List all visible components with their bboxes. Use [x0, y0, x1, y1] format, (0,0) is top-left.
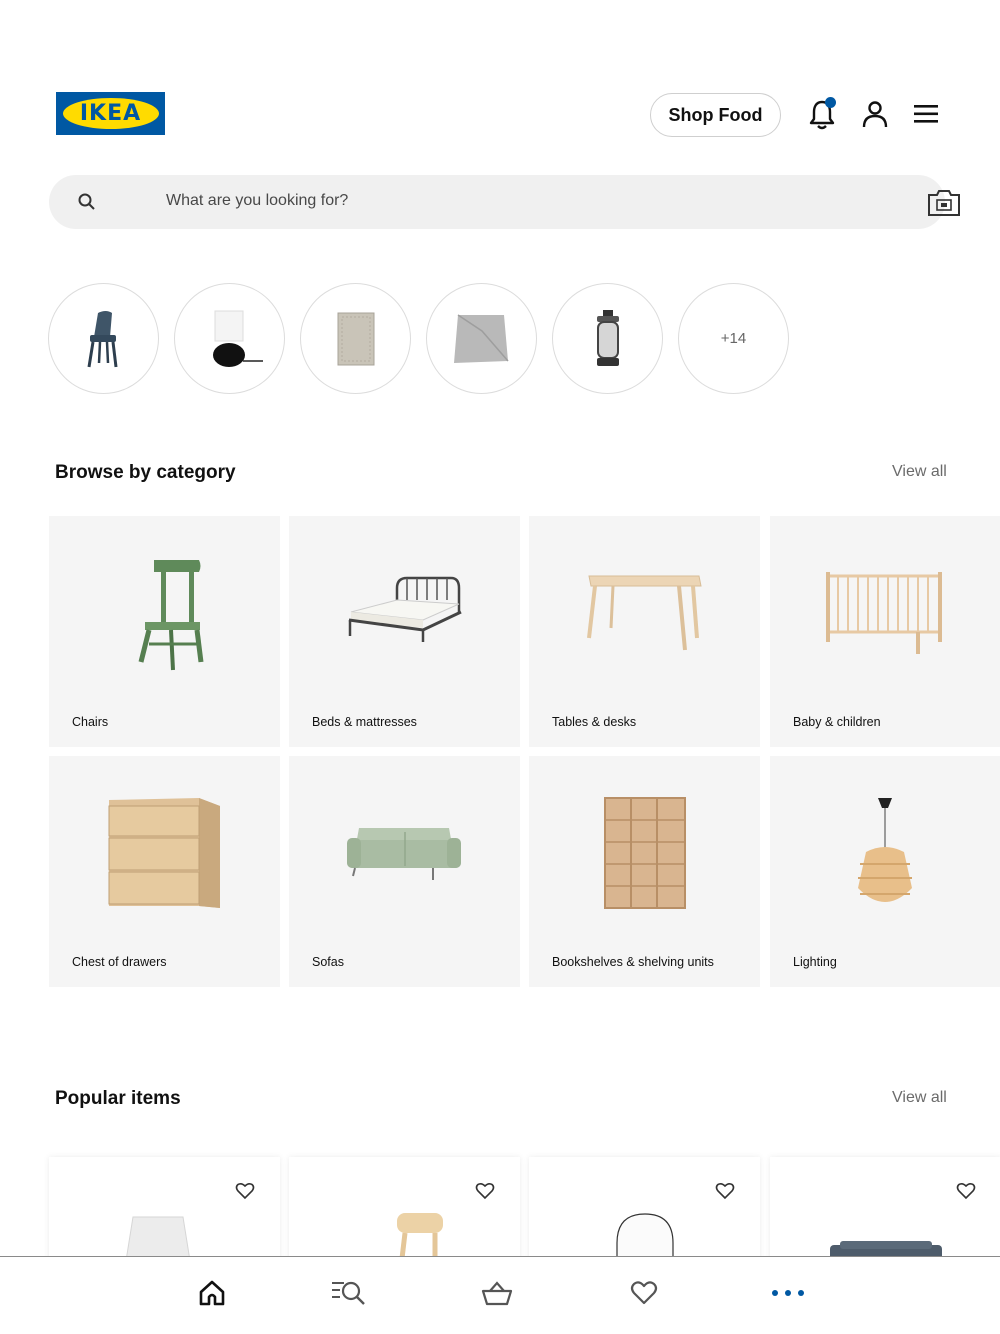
- chest-of-drawers-image: [108, 798, 220, 908]
- favorite-heart-icon[interactable]: [956, 1181, 976, 1201]
- quick-category-throw[interactable]: [426, 283, 537, 394]
- category-tile-lighting[interactable]: Lighting: [770, 756, 1000, 987]
- logo-oval: IKEA: [62, 98, 159, 129]
- nav-search[interactable]: [329, 1275, 369, 1311]
- quick-category-lantern[interactable]: [552, 283, 663, 394]
- lamp-thumbnail-icon: [212, 310, 263, 367]
- chair-thumbnail-icon: [87, 310, 117, 367]
- category-label: Beds & mattresses: [312, 715, 417, 729]
- category-label: Baby & children: [793, 715, 881, 729]
- bookshelf-image: [604, 797, 686, 909]
- basket-icon: [481, 1281, 513, 1306]
- favorite-heart-icon[interactable]: [715, 1181, 735, 1201]
- ikea-logo[interactable]: IKEA: [56, 92, 165, 135]
- sofa-image: [347, 828, 461, 880]
- table-image: [587, 575, 702, 651]
- heart-icon: [630, 1281, 658, 1305]
- category-tile-tables[interactable]: Tables & desks: [529, 516, 760, 747]
- browse-section-title: Browse by category: [55, 462, 236, 483]
- account-button[interactable]: [857, 96, 893, 132]
- quick-category-chair[interactable]: [48, 283, 159, 394]
- category-label: Lighting: [793, 955, 837, 969]
- bottom-navigation: [0, 1256, 1000, 1334]
- bed-image: [348, 576, 462, 642]
- category-tile-sofas[interactable]: Sofas: [289, 756, 520, 987]
- menu-button[interactable]: [908, 96, 944, 132]
- popular-section-title: Popular items: [55, 1088, 181, 1109]
- crib-image: [826, 572, 942, 654]
- category-label: Chairs: [72, 715, 109, 729]
- popular-item-card[interactable]: [770, 1157, 1000, 1267]
- category-label: Tables & desks: [552, 715, 637, 729]
- nav-home[interactable]: [192, 1275, 232, 1311]
- browse-view-all-link[interactable]: View all: [892, 463, 947, 481]
- logo-text: IKEA: [79, 101, 142, 126]
- search-bar[interactable]: What are you looking for?: [49, 175, 960, 229]
- mirror-product-image: [616, 1213, 674, 1267]
- visual-search-camera-icon[interactable]: [926, 188, 962, 218]
- quick-category-rug[interactable]: [300, 283, 411, 394]
- category-label: Bookshelves & shelving units: [552, 955, 714, 969]
- lantern-thumbnail-icon: [596, 309, 619, 366]
- shop-food-button[interactable]: Shop Food: [650, 93, 781, 137]
- quick-category-more[interactable]: +14: [678, 283, 789, 394]
- hamburger-icon: [914, 105, 938, 123]
- more-icon: [772, 1290, 804, 1296]
- pendant-lamp-image: [858, 798, 912, 902]
- category-label: Chest of drawers: [72, 955, 167, 969]
- category-tile-drawers[interactable]: Chest of drawers: [49, 756, 280, 987]
- category-tile-chairs[interactable]: Chairs: [49, 516, 280, 747]
- home-icon: [199, 1280, 225, 1306]
- search-placeholder[interactable]: What are you looking for?: [166, 192, 348, 210]
- quick-category-lamp[interactable]: [174, 283, 285, 394]
- category-tile-baby[interactable]: Baby & children: [770, 516, 1000, 747]
- category-tile-bookshelves[interactable]: Bookshelves & shelving units: [529, 756, 760, 987]
- rug-thumbnail-icon: [337, 312, 374, 365]
- sofa-product-image: [830, 1241, 942, 1267]
- search-icon: [78, 193, 95, 210]
- favorite-heart-icon[interactable]: [235, 1181, 255, 1201]
- popular-item-card[interactable]: [289, 1157, 520, 1267]
- notification-dot: [825, 97, 836, 108]
- nav-favourites[interactable]: [624, 1275, 664, 1311]
- popular-view-all-link[interactable]: View all: [892, 1089, 947, 1107]
- notifications-button[interactable]: [804, 96, 840, 132]
- search-list-icon: [332, 1281, 365, 1305]
- chair-image: [138, 560, 204, 671]
- favorite-heart-icon[interactable]: [475, 1181, 495, 1201]
- category-tile-beds[interactable]: Beds & mattresses: [289, 516, 520, 747]
- nav-more[interactable]: [768, 1275, 808, 1311]
- nav-basket[interactable]: [477, 1275, 517, 1311]
- wooden-chair-product-image: [397, 1213, 443, 1267]
- throw-thumbnail-icon: [453, 313, 509, 363]
- popular-item-card[interactable]: [49, 1157, 280, 1267]
- lamp-product-image: [124, 1216, 192, 1267]
- more-categories-count: +14: [720, 330, 747, 347]
- user-icon: [862, 101, 888, 128]
- popular-item-card[interactable]: [529, 1157, 760, 1267]
- category-label: Sofas: [312, 955, 344, 969]
